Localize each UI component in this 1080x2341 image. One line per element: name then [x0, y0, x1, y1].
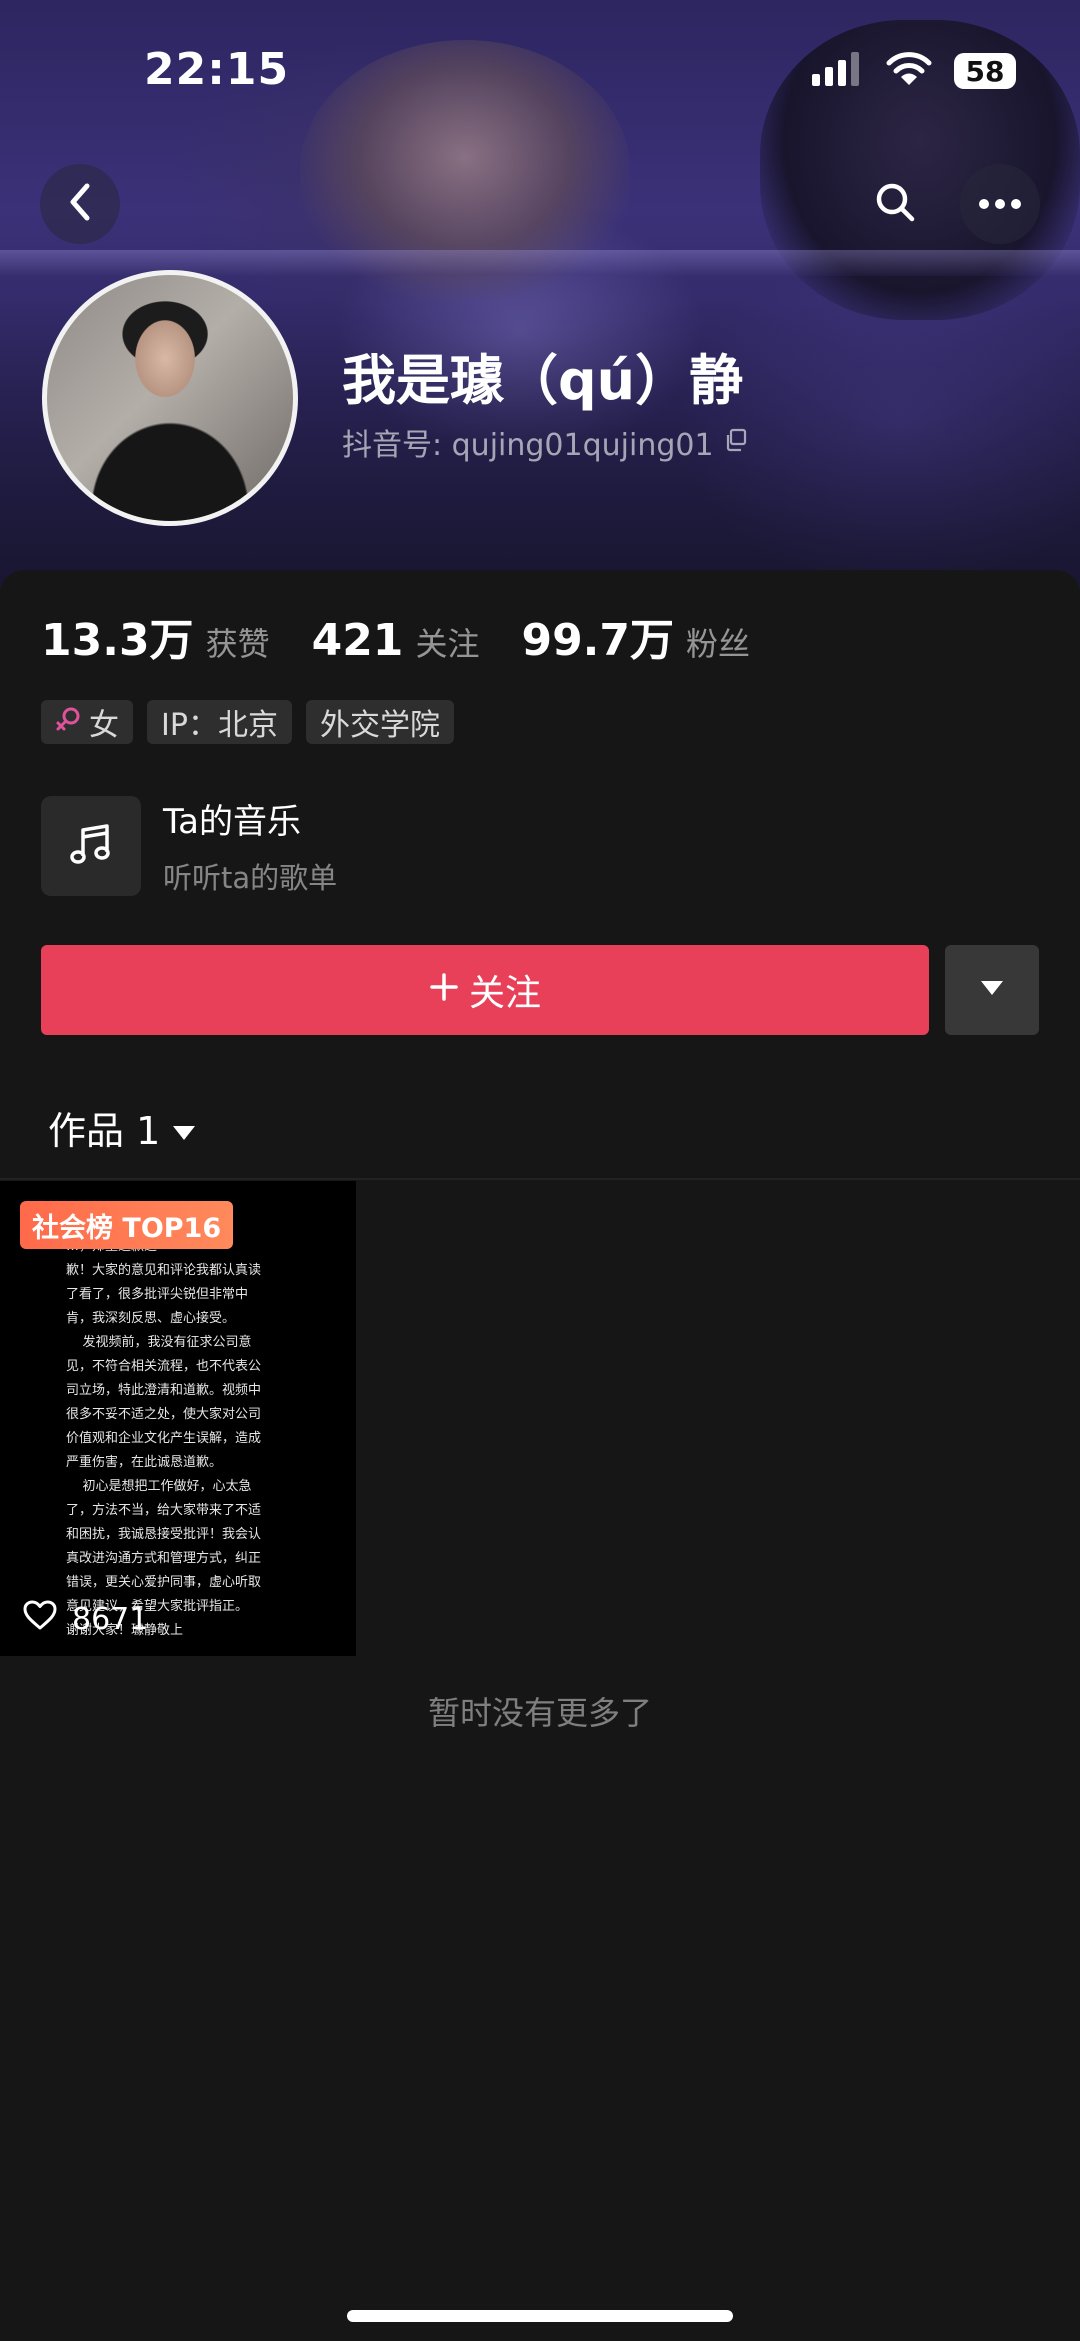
profile-stats: 13.3万 获赞 421 关注 99.7万 粉丝 [41, 604, 792, 668]
profile-tags: 女 IP：北京 外交学院 [41, 700, 454, 744]
music-note-icon [67, 820, 115, 872]
wifi-icon [886, 52, 932, 90]
douyin-id-row[interactable]: 抖音号: qujing01qujing01 [342, 420, 748, 464]
stat-likes-label: 获赞 [205, 625, 270, 663]
tab-works-label: 作品 1 [48, 1109, 161, 1153]
stat-likes[interactable]: 13.3万 获赞 [41, 604, 270, 668]
tag-ip-label: IP：北京 [161, 708, 278, 743]
battery-indicator: 58 [954, 53, 1016, 89]
female-icon [55, 705, 81, 740]
video-likes-count: 8671 [72, 1601, 149, 1637]
video-thumbnail-card[interactable]: …频引起了 …，郑重道歉道 歉！大家的意见和评论我都认真读 了看了，很多批评尖锐… [0, 1181, 356, 1656]
stat-likes-value: 13.3万 [41, 615, 194, 666]
tag-school[interactable]: 外交学院 [305, 700, 454, 744]
follow-button[interactable]: 关注 [41, 945, 929, 1035]
stat-followers-label: 粉丝 [686, 625, 751, 663]
heart-outline-icon [22, 1599, 58, 1639]
stat-following-label: 关注 [415, 625, 480, 663]
ta-music-entry[interactable]: Ta的音乐 听听ta的歌单 [41, 794, 337, 897]
douyin-id-text: 抖音号: qujing01qujing01 [342, 428, 714, 463]
tab-divider [0, 1178, 1080, 1180]
more-dots-icon [978, 195, 1022, 214]
tab-works[interactable]: 作品 1 [48, 1100, 196, 1155]
no-more-content-text: 暂时没有更多了 [427, 1694, 652, 1732]
music-title: Ta的音乐 [163, 802, 301, 842]
music-subtitle: 听听ta的歌单 [163, 861, 338, 895]
tag-school-label: 外交学院 [319, 708, 440, 743]
recommend-dropdown-button[interactable] [945, 945, 1039, 1035]
chevron-down-icon [172, 1106, 196, 1150]
search-icon [873, 180, 917, 228]
music-icon-box [41, 795, 141, 896]
stat-followers[interactable]: 99.7万 粉丝 [521, 604, 750, 668]
rank-badge: 社会榜 TOP16 [20, 1201, 234, 1249]
home-indicator[interactable] [347, 2310, 733, 2322]
back-arrow-icon [65, 182, 95, 226]
stat-following-value: 421 [311, 615, 404, 666]
back-button[interactable] [40, 164, 120, 244]
signal-icon [812, 52, 864, 90]
tag-gender-label: 女 [89, 708, 119, 743]
copy-icon[interactable] [724, 425, 748, 460]
video-overlay-text: …频引起了 …，郑重道歉道 歉！大家的意见和评论我都认真读 了看了，很多批评尖锐… [66, 1215, 262, 1638]
follow-button-label: 关注 [468, 973, 541, 1014]
status-icons: 58 [812, 52, 1016, 90]
plus-icon [429, 970, 459, 1011]
more-options-button[interactable] [960, 164, 1040, 244]
tag-gender: 女 [41, 700, 133, 744]
avatar[interactable] [42, 270, 298, 526]
triangle-down-icon [980, 980, 1004, 1000]
stat-following[interactable]: 421 关注 [312, 615, 480, 666]
stat-followers-value: 99.7万 [521, 615, 675, 666]
tag-ip: IP：北京 [147, 700, 292, 744]
search-button[interactable] [855, 164, 935, 244]
profile-display-name: 我是璩（qú）静 [342, 349, 744, 412]
video-likes: 8671 [22, 1599, 148, 1639]
status-time: 22:15 [144, 44, 290, 95]
music-text: Ta的音乐 听听ta的歌单 [163, 794, 337, 897]
